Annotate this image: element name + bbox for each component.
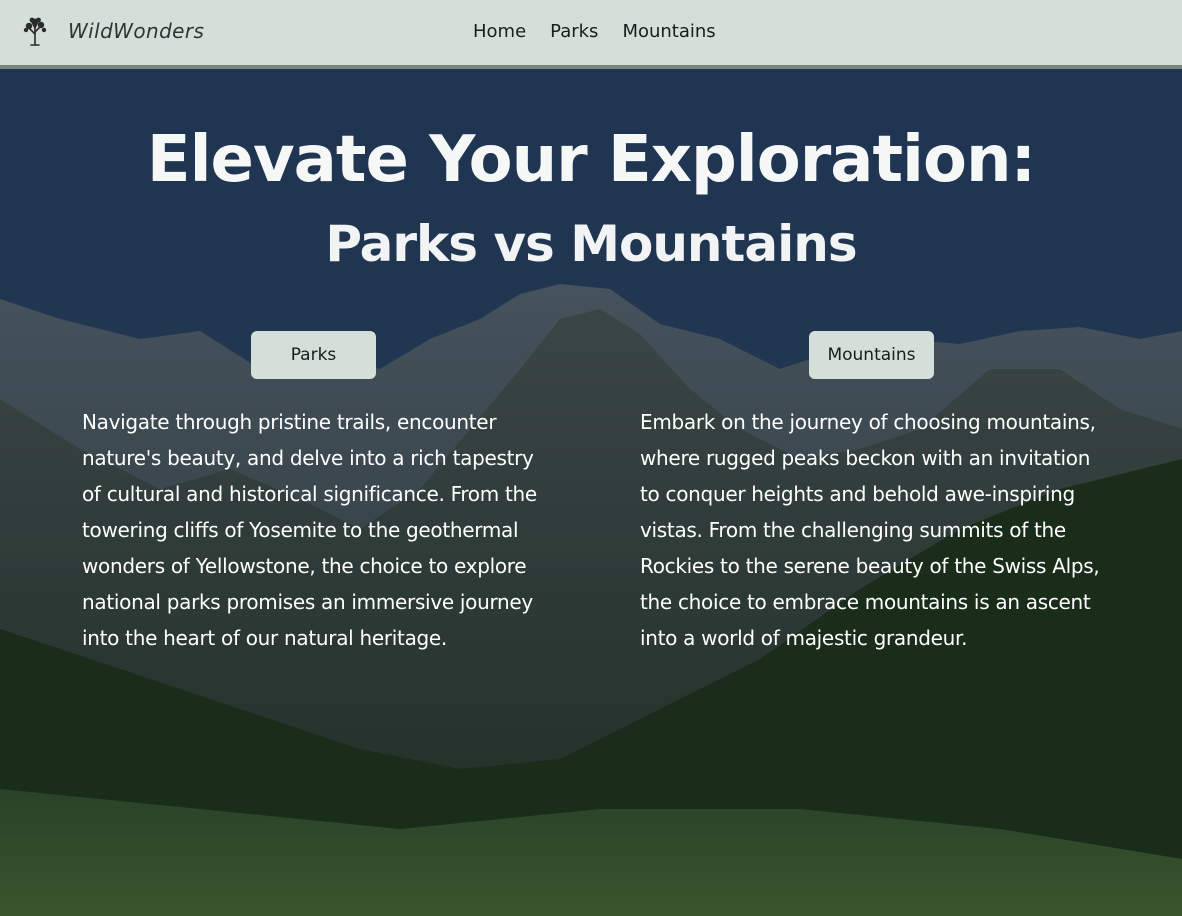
top-navbar: WildWonders Home Parks Mountains: [0, 0, 1182, 65]
mountains-description: Embark on the journey of choosing mounta…: [640, 410, 1100, 650]
nav-link-mountains[interactable]: Mountains: [622, 21, 715, 42]
main-nav: Home Parks Mountains: [473, 21, 716, 42]
parks-description: Navigate through pristine trails, encoun…: [82, 410, 537, 650]
parks-tab-button[interactable]: Parks: [251, 331, 376, 379]
hero-title: Elevate Your Exploration:: [146, 123, 1036, 197]
brand-name: WildWonders: [68, 19, 205, 43]
mountains-tab-button[interactable]: Mountains: [809, 331, 934, 379]
nav-link-parks[interactable]: Parks: [550, 21, 598, 42]
nav-link-home[interactable]: Home: [473, 21, 526, 42]
hero-subtitle: Parks vs Mountains: [325, 215, 857, 273]
tree-icon: [23, 17, 47, 46]
brand-logo-link[interactable]: WildWonders: [22, 16, 204, 46]
